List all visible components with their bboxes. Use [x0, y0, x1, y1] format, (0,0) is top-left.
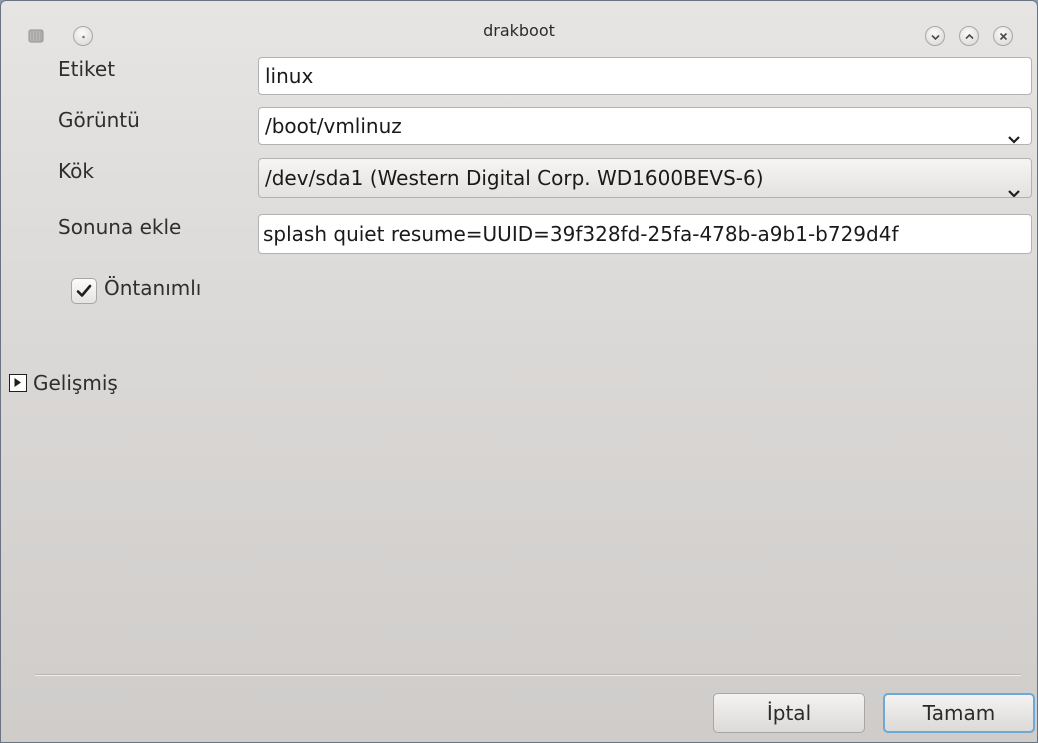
append-field-label: Sonuna ekle [58, 215, 182, 239]
title-bar[interactable]: drakboot [1, 1, 1037, 49]
image-combobox-value: /boot/vmlinuz [265, 114, 402, 138]
root-combobox-value: /dev/sda1 (Western Digital Corp. WD1600B… [265, 166, 764, 190]
checkmark-icon [76, 284, 92, 297]
advanced-expander[interactable] [9, 374, 27, 392]
root-combobox[interactable]: /dev/sda1 (Western Digital Corp. WD1600B… [258, 158, 1032, 198]
image-combobox[interactable]: /boot/vmlinuz [258, 107, 1032, 145]
button-separator [35, 674, 1021, 676]
label-field-label: Etiket [58, 57, 116, 81]
drakboot-window: drakboot Etiket linux Görüntü /boot/vmli… [0, 0, 1038, 743]
default-checkbox-label[interactable]: Öntanımlı [104, 276, 201, 300]
advanced-expander-label[interactable]: Gelişmiş [33, 371, 118, 395]
default-checkbox[interactable] [71, 278, 97, 304]
chevron-down-icon[interactable] [1007, 120, 1021, 144]
root-field-label: Kök [58, 159, 94, 183]
append-input[interactable]: splash quiet resume=UUID=39f328fd-25fa-4… [258, 214, 1032, 254]
minimize-icon[interactable] [925, 26, 945, 46]
cancel-button[interactable]: İptal [713, 693, 865, 733]
maximize-icon[interactable] [959, 26, 979, 46]
image-field-label: Görüntü [58, 108, 140, 132]
ok-button[interactable]: Tamam [883, 693, 1035, 733]
close-icon[interactable] [993, 26, 1013, 46]
chevron-down-icon[interactable] [1007, 173, 1021, 197]
window-title: drakboot [483, 21, 555, 40]
label-input[interactable]: linux [258, 57, 1032, 95]
label-input-value: linux [265, 64, 314, 88]
triangle-right-icon [14, 378, 21, 387]
append-input-value: splash quiet resume=UUID=39f328fd-25fa-4… [263, 222, 899, 246]
